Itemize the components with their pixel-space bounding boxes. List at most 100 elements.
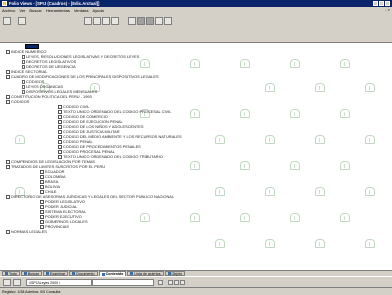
expand-box-icon[interactable]	[40, 179, 44, 184]
expand-box-icon[interactable]	[58, 124, 62, 129]
expand-box-icon[interactable]	[40, 174, 44, 179]
expand-box-icon[interactable]	[58, 154, 62, 159]
menu-ventana[interactable]: Ventana	[74, 8, 89, 13]
expand-box-icon[interactable]	[6, 49, 10, 54]
expand-box-icon[interactable]	[40, 189, 44, 194]
expand-box-icon[interactable]	[58, 104, 62, 109]
go-icon[interactable]	[158, 280, 163, 285]
expand-box-icon[interactable]	[40, 209, 44, 214]
expand-box-icon[interactable]	[58, 129, 62, 134]
menu-archivo[interactable]: Archivo	[2, 8, 15, 13]
expand-box-icon[interactable]	[6, 164, 10, 169]
back-arrow-icon[interactable]	[137, 17, 145, 25]
watermark-icon	[240, 109, 250, 118]
next-record-icon[interactable]	[155, 17, 163, 25]
expand-box-icon[interactable]	[40, 204, 44, 209]
maximize-button[interactable]	[379, 1, 384, 6]
expand-box-icon[interactable]	[40, 184, 44, 189]
tab-icon	[45, 272, 49, 275]
watermark-icon	[240, 213, 250, 222]
watermark-icon	[290, 59, 300, 68]
expand-box-icon[interactable]	[6, 99, 10, 104]
watermark-icon	[265, 239, 275, 248]
watermark-icon	[340, 213, 350, 222]
forward-arrow-icon[interactable]	[146, 17, 154, 25]
expand-box-icon[interactable]	[40, 214, 44, 219]
status-text: Registro: 1/38 Aciertos: 0/0 Consulta	[2, 289, 61, 294]
status-bar: Registro: 1/38 Aciertos: 0/0 Consulta	[0, 287, 392, 295]
tab-label: Lista de aciertos	[134, 271, 161, 276]
expand-box-icon[interactable]	[58, 109, 62, 114]
copy-icon[interactable]	[84, 17, 92, 25]
watermark-icon	[265, 135, 275, 144]
menu-herramientas[interactable]: Herramientas	[46, 8, 70, 13]
expand-box-icon[interactable]	[40, 199, 44, 204]
query-icon[interactable]	[102, 17, 110, 25]
expand-box-icon[interactable]	[40, 219, 44, 224]
paste-icon[interactable]	[93, 17, 101, 25]
watermark-icon	[340, 161, 350, 170]
expand-box-icon[interactable]	[6, 159, 10, 164]
tree-item-label: CODIGOS	[11, 99, 30, 104]
tab-label: Buscar	[27, 271, 39, 276]
expand-box-icon[interactable]	[58, 139, 62, 144]
contents-pane[interactable]: INDICE NUMERICO LEYES, RESOLUCIONES LEGI…	[0, 43, 392, 270]
expand-box-icon[interactable]	[6, 194, 10, 199]
menu-ver[interactable]: Ver	[19, 8, 25, 13]
close-button[interactable]	[385, 1, 390, 6]
tab-icon	[5, 272, 8, 275]
minimize-button[interactable]	[373, 1, 378, 6]
edit-icon[interactable]	[111, 17, 119, 25]
location-dropdown[interactable]	[92, 279, 154, 286]
watermark-icon	[315, 187, 325, 196]
watermark-icon	[215, 187, 225, 196]
expand-box-icon[interactable]	[6, 69, 10, 74]
toolbar	[0, 13, 392, 43]
document-icon	[22, 59, 25, 64]
open-file-icon[interactable]	[3, 17, 11, 25]
expand-box-icon[interactable]	[6, 74, 10, 79]
watermark-icon	[190, 161, 200, 170]
tree-item[interactable]: CODIGOS	[6, 99, 29, 104]
watermark-icon	[190, 109, 200, 118]
tree-item-label: PROVINCIAS	[45, 224, 69, 229]
back-button[interactable]	[3, 279, 11, 286]
window-title: Folio Views - [SPIJ (Cuadros) - [Edic.Ar…	[9, 1, 100, 6]
first-page-icon[interactable]	[168, 280, 173, 285]
expand-box-icon[interactable]	[58, 114, 62, 119]
tab-label: Documento	[76, 271, 95, 276]
forward-button[interactable]	[13, 279, 21, 286]
next-page-icon[interactable]	[180, 280, 185, 285]
address-bar: \\SPIJ\Leyes 2000 \	[0, 276, 392, 287]
watermark-icon	[265, 83, 275, 92]
expand-box-icon[interactable]	[58, 144, 62, 149]
menu-buscar[interactable]: Buscar	[29, 8, 41, 13]
expand-box-icon[interactable]	[6, 94, 10, 99]
document-close-controls[interactable]: - ×	[385, 7, 390, 12]
location-field[interactable]: \\SPIJ\Leyes 2000 \	[26, 279, 92, 286]
previous-record-icon[interactable]	[128, 17, 136, 25]
tab-icon	[130, 272, 134, 275]
tab-icon	[167, 272, 171, 275]
expand-box-icon[interactable]	[6, 229, 10, 234]
menu-ayuda[interactable]: Ayuda	[93, 8, 104, 13]
watermark-icon	[240, 161, 250, 170]
watermark-icon	[240, 59, 250, 68]
bookmark-icon[interactable]	[164, 17, 172, 25]
tab-label: Objeto	[171, 271, 183, 276]
document-icon	[22, 89, 25, 94]
watermark-icon	[365, 187, 375, 196]
expand-box-icon[interactable]	[58, 119, 62, 124]
expand-box-icon[interactable]	[58, 149, 62, 154]
folio-app-icon	[2, 1, 7, 6]
tree-item[interactable]: NORMAS LEGALES	[6, 229, 47, 234]
expand-box-icon[interactable]	[58, 134, 62, 139]
expand-box-icon[interactable]	[40, 224, 44, 229]
expand-box-icon[interactable]	[40, 169, 44, 174]
tree-item[interactable]: DIRECTORIO DE ASESORIAS JURIDICAS Y LEGA…	[6, 194, 174, 199]
print-icon[interactable]	[18, 17, 26, 25]
watermark-icon	[290, 213, 300, 222]
document-icon	[22, 84, 25, 89]
prev-page-icon[interactable]	[174, 280, 179, 285]
watermark-icon	[140, 59, 150, 68]
